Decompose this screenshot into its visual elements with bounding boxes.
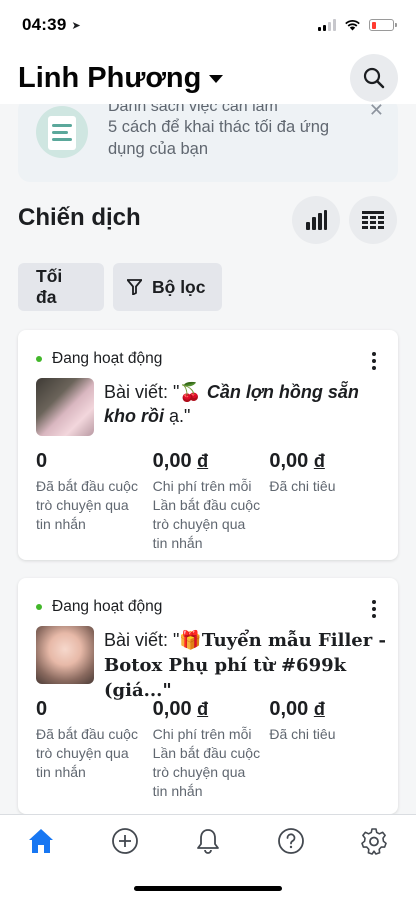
post-title-prefix: Bài viết: ": [104, 630, 180, 650]
post-thumbnail: [36, 626, 94, 684]
campaign-metrics: 0 Đã bắt đầu cuộc trò chuyện qua tin nhắ…: [36, 450, 386, 553]
campaign-post-title: Bài viết: "🍒 Cần lợn hồng sẵn kho rồi ạ.…: [104, 380, 386, 428]
metric-conversations: 0 Đã bắt đầu cuộc trò chuyện qua tin nhắ…: [36, 450, 153, 553]
tip-description: 5 cách để khai thác tối đa ứng dụng của …: [108, 118, 330, 158]
metric-label: Đã chi tiêu: [269, 726, 336, 742]
status-bar: 04:39 ➤: [0, 0, 416, 50]
more-options-icon[interactable]: [368, 350, 380, 372]
metric-amount-spent: 0,00 đ Đã chi tiêu: [269, 450, 386, 553]
tab-help[interactable]: [275, 825, 307, 857]
campaign-status-label: Đang hoạt động: [52, 350, 163, 367]
filter-icon: [127, 279, 142, 295]
campaign-post-title: Bài viết: "🎁Tuyển mẫu Filler - Botox Phụ…: [104, 628, 386, 703]
close-icon[interactable]: ✕: [369, 104, 384, 121]
tab-notifications[interactable]: [192, 825, 224, 857]
status-indicators: [318, 19, 397, 31]
metric-currency: đ: [197, 699, 209, 719]
tip-title: Danh sách việc cần làm: [108, 104, 278, 115]
tab-settings[interactable]: [358, 825, 390, 857]
metric-label: Đã bắt đầu cuộc trò chuyện qua tin nhắn: [36, 478, 138, 532]
insights-button[interactable]: [292, 196, 340, 244]
cherry-emoji: 🍒: [179, 382, 202, 402]
campaign-status: Đang hoạt động: [36, 598, 162, 616]
metric-value: 0,00: [152, 698, 198, 720]
campaign-status-label: Đang hoạt động: [52, 598, 163, 615]
campaign-metrics: 0 Đã bắt đầu cuộc trò chuyện qua tin nhắ…: [36, 698, 386, 801]
battery-icon: [369, 19, 397, 31]
tab-create[interactable]: [109, 825, 141, 857]
metric-cost-per-conversation: 0,00 đ Chi phí trên mỗi Lần bắt đầu cuộc…: [153, 450, 270, 553]
table-view-button[interactable]: [349, 196, 397, 244]
checklist-icon: [36, 106, 88, 158]
app-header: Linh Phương: [0, 52, 416, 104]
metric-label: Đã bắt đầu cuộc trò chuyện qua tin nhắn: [36, 726, 138, 780]
table-icon: [362, 211, 384, 229]
section-title: Chiến dịch: [18, 204, 141, 231]
metric-currency: đ: [313, 451, 325, 471]
metric-currency: đ: [313, 699, 325, 719]
bottom-tab-bar: [0, 814, 416, 900]
account-name[interactable]: Linh Phương: [18, 62, 201, 95]
home-icon: [29, 829, 53, 853]
battery-level: [371, 21, 376, 29]
metric-amount-spent: 0,00 đ Đã chi tiêu: [269, 698, 386, 801]
filter-label: Bộ lọc: [152, 276, 206, 297]
metric-value: 0,00: [269, 698, 314, 720]
metric-currency: đ: [197, 451, 209, 471]
status-time: 04:39: [22, 15, 67, 34]
more-options-icon[interactable]: [368, 598, 380, 620]
metric-conversations: 0 Đã bắt đầu cuộc trò chuyện qua tin nhắ…: [36, 698, 153, 801]
search-icon: [363, 67, 385, 89]
metric-cost-per-conversation: 0,00 đ Chi phí trên mỗi Lần bắt đầu cuộc…: [153, 698, 270, 801]
metric-label: Chi phí trên mỗi Lần bắt đầu cuộc trò ch…: [152, 726, 261, 799]
wifi-icon: [345, 20, 360, 31]
max-filter-button[interactable]: Tối đa: [18, 263, 104, 311]
campaign-status: Đang hoạt động: [36, 350, 162, 368]
metric-value: 0: [36, 698, 48, 720]
tab-home[interactable]: [25, 825, 57, 857]
main-content[interactable]: Danh sách việc cần làm 5 cách để khai th…: [0, 104, 416, 814]
campaign-card[interactable]: Đang hoạt động Bài viết: "🎁Tuyển mẫu Fil…: [18, 578, 398, 814]
gift-emoji: 🎁: [179, 630, 202, 650]
home-indicator: [134, 886, 282, 891]
post-title-suffix: ạ.": [164, 406, 191, 426]
location-arrow-icon: ➤: [71, 19, 81, 32]
max-filter-label: Tối đa: [36, 266, 63, 307]
metric-value: 0,00: [269, 450, 314, 472]
post-title-prefix: Bài viết: ": [104, 382, 180, 402]
metric-value: 0: [36, 450, 48, 472]
bar-chart-icon: [306, 210, 327, 230]
metric-value: 0,00: [152, 450, 198, 472]
search-button[interactable]: [350, 54, 398, 102]
active-status-dot: [36, 604, 42, 610]
campaign-card[interactable]: Đang hoạt động Bài viết: "🍒 Cần lợn hồng…: [18, 330, 398, 560]
help-icon: [278, 828, 304, 854]
active-status-dot: [36, 356, 42, 362]
cellular-signal-icon: [318, 19, 336, 31]
metric-label: Đã chi tiêu: [269, 478, 336, 494]
bell-icon: [197, 829, 219, 854]
metric-label: Chi phí trên mỗi Lần bắt đầu cuộc trò ch…: [152, 478, 261, 551]
account-dropdown-icon[interactable]: [209, 75, 224, 83]
plus-icon: [112, 828, 138, 854]
post-thumbnail: [36, 378, 94, 436]
filter-button[interactable]: Bộ lọc: [113, 263, 222, 311]
tip-card[interactable]: Danh sách việc cần làm 5 cách để khai th…: [18, 104, 398, 182]
settings-icon: [361, 828, 387, 855]
